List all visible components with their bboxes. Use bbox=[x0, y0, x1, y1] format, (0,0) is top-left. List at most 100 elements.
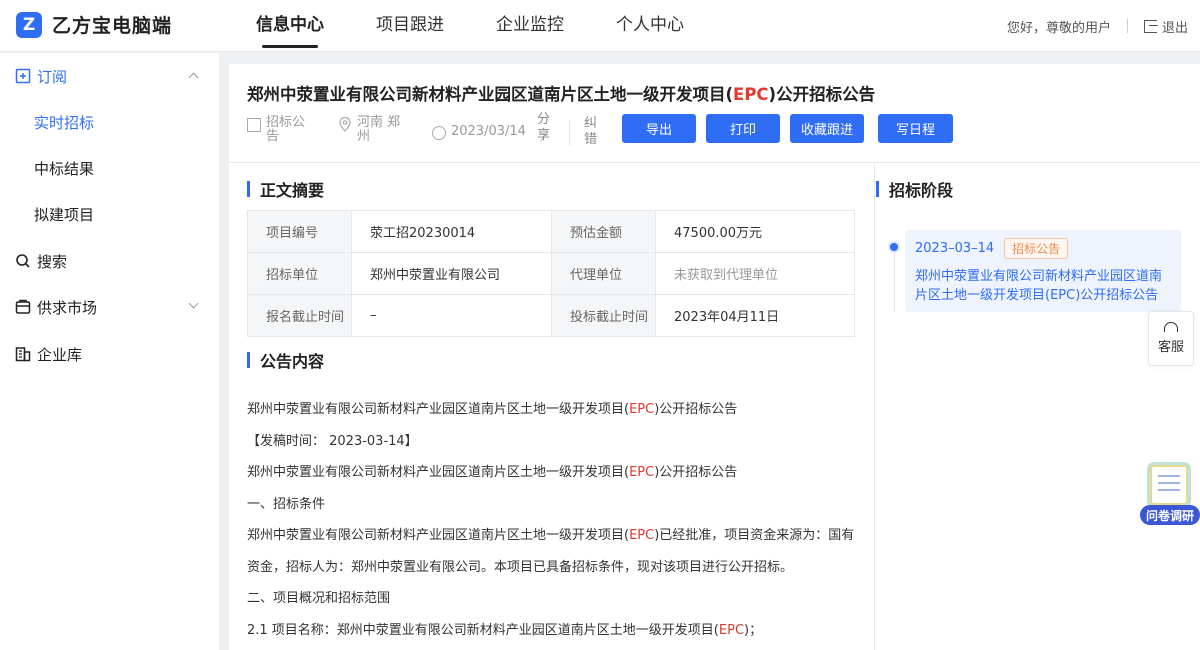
table-row: 项目编号 荥工招20230014 预估金额 47500.00万元 bbox=[247, 210, 855, 253]
table-key: 预估金额 bbox=[551, 210, 656, 253]
market-icon bbox=[15, 299, 31, 314]
sidebar-item-award-results[interactable]: 中标结果 bbox=[0, 145, 219, 191]
sidebar-item-search[interactable]: 搜索 bbox=[0, 238, 219, 284]
sidebar-subscribe-label: 订阅 bbox=[37, 67, 68, 86]
print-button[interactable]: 打印 bbox=[706, 114, 780, 143]
share-l1: 分 bbox=[537, 112, 551, 127]
meta-region-text: 河南 郑州 bbox=[357, 116, 400, 144]
notice-title: 郑州中荥置业有限公司新材料产业园区道南片区土地一级开发项目(EPC)公开招标公告 bbox=[247, 81, 875, 105]
nav-company-monitor[interactable]: 企业监控 bbox=[470, 0, 590, 52]
bidding-unit[interactable]: 郑州中荥置业有限公司 bbox=[351, 252, 552, 295]
nav-project-follow[interactable]: 项目跟进 bbox=[350, 0, 470, 52]
content-epc: EPC bbox=[718, 622, 745, 638]
content-line: 郑州中荥置业有限公司新材料产业园区道南片区土地一级开发项目(EPC)公开招标公告 bbox=[247, 457, 859, 489]
table-row: 报名截止时间 – 投标截止时间 2023年04月11日 bbox=[247, 294, 855, 337]
sidebar-item-market[interactable]: 供求市场 bbox=[0, 284, 219, 330]
meta-type: 招标公告 bbox=[247, 116, 305, 144]
summary-section-title: 正文摘要 bbox=[247, 177, 324, 201]
content-line: 资金，招标人为：郑州中荥置业有限公司。本项目已具备招标条件，现对该项目进行公开招… bbox=[247, 559, 794, 575]
header-divider bbox=[229, 162, 1200, 163]
headset-icon bbox=[1164, 322, 1178, 332]
title-text-1: 郑州中荥置业有限公司新材料产业园区道南片区土地一级开发项目( bbox=[247, 85, 734, 104]
collect-follow-button[interactable]: 收藏跟进 bbox=[790, 114, 864, 143]
content-text: )公开招标公告 bbox=[654, 402, 738, 417]
clock-icon bbox=[432, 126, 446, 140]
meta-type-text: 招标公告 bbox=[266, 116, 305, 144]
content-text: 郑州中荥置业有限公司新材料产业园区道南片区土地一级开发项目( bbox=[247, 528, 630, 543]
stage-tag: 招标公告 bbox=[1004, 238, 1069, 259]
share-button[interactable]: 分享 bbox=[537, 112, 550, 144]
nav-info-center[interactable]: 信息中心 bbox=[230, 0, 350, 52]
timeline-dot bbox=[888, 241, 900, 253]
survey-label: 问卷调研 bbox=[1140, 505, 1200, 525]
content-text: )公开招标公告 bbox=[654, 465, 738, 480]
registration-deadline: – bbox=[351, 294, 552, 337]
company-icon bbox=[15, 347, 31, 362]
share-l2: 享 bbox=[537, 128, 551, 143]
content-line: 郑州中荥置业有限公司新材料产业园区道南片区土地一级开发项目(EPC)公开招标公告 bbox=[247, 394, 859, 426]
stage-card[interactable]: 2023–03–14 招标公告 郑州中荥置业有限公司新材料产业园区道南 片区土地一… bbox=[905, 230, 1181, 312]
table-key: 项目编号 bbox=[247, 210, 352, 253]
sidebar-item-realtime-bidding[interactable]: 实时招标 bbox=[0, 99, 219, 145]
correct-l1: 纠 bbox=[584, 116, 598, 131]
customer-service-label: 客服 bbox=[1157, 340, 1184, 355]
table-key: 投标截止时间 bbox=[551, 294, 656, 337]
stage-text-l2: 片区土地一级开发项目(EPC)公开招标公告 bbox=[915, 288, 1159, 303]
content-line: 一、招标条件 bbox=[247, 496, 326, 512]
meta-date: 2023/03/14 bbox=[432, 124, 526, 140]
content-epc: EPC bbox=[629, 402, 655, 417]
estimated-amount: 47500.00万元 bbox=[655, 210, 855, 253]
chevron-up-icon bbox=[188, 72, 199, 83]
title-epc: EPC bbox=[733, 85, 769, 104]
meta-region: 河南 郑州 bbox=[339, 116, 400, 144]
content-text: )已经批准，项目资金来源为：国有 bbox=[654, 528, 855, 543]
sidebar-item-subscribe[interactable]: 订阅 bbox=[0, 53, 219, 99]
content-section-title: 公告内容 bbox=[247, 348, 324, 372]
export-button[interactable]: 导出 bbox=[622, 114, 696, 143]
chevron-down-icon bbox=[188, 298, 199, 309]
content-line: 2.1 项目名称：郑州中荥置业有限公司新材料产业园区道南片区土地一级开发项目(E… bbox=[247, 615, 859, 647]
logout-label: 退出 bbox=[1161, 20, 1188, 36]
doc-type-icon bbox=[247, 118, 261, 132]
sidebar-search-label: 搜索 bbox=[37, 252, 68, 271]
logout-icon bbox=[1143, 19, 1158, 33]
app-logo[interactable]: Z 乙方宝电脑端 bbox=[16, 11, 172, 38]
content-text: )； bbox=[744, 622, 763, 638]
table-key: 代理单位 bbox=[551, 252, 656, 295]
announcement-content: 郑州中荥置业有限公司新材料产业园区道南片区土地一级开发项目(EPC)公开招标公告… bbox=[247, 394, 859, 646]
sidebar-item-proposed-projects[interactable]: 拟建项目 bbox=[0, 191, 219, 237]
table-row: 招标单位 郑州中荥置业有限公司 代理单位 未获取到代理单位 bbox=[247, 252, 855, 295]
meta-type-l1: 招标公 bbox=[266, 115, 306, 130]
content-line: 【发稿时间： 2023-03-14】 bbox=[247, 433, 418, 449]
sidebar-item-company-library[interactable]: 企业库 bbox=[0, 331, 219, 377]
schedule-button[interactable]: 写日程 bbox=[878, 114, 953, 143]
meta-divider bbox=[569, 120, 570, 146]
logout-button[interactable]: 退出 bbox=[1143, 17, 1188, 36]
table-key: 报名截止时间 bbox=[247, 294, 352, 337]
app-title: 乙方宝电脑端 bbox=[52, 15, 173, 37]
top-header: Z 乙方宝电脑端 信息中心 项目跟进 企业监控 个人中心 您好，尊敬的用户 退出 bbox=[0, 0, 1200, 52]
sidebar-market-label: 供求市场 bbox=[37, 298, 98, 317]
main-panel: 郑州中荥置业有限公司新材料产业园区道南片区土地一级开发项目(EPC)公开招标公告… bbox=[229, 64, 1200, 650]
subscribe-icon bbox=[15, 68, 31, 84]
bid-deadline: 2023年04月11日 bbox=[655, 294, 855, 337]
sidebar-company-label: 企业库 bbox=[37, 345, 83, 364]
correct-l2: 错 bbox=[584, 132, 598, 147]
table-key: 招标单位 bbox=[247, 252, 352, 295]
agency-unit: 未获取到代理单位 bbox=[655, 252, 855, 295]
correct-button[interactable]: 纠错 bbox=[584, 116, 597, 148]
nav-personal-center[interactable]: 个人中心 bbox=[590, 0, 710, 52]
summary-table: 项目编号 荥工招20230014 预估金额 47500.00万元 招标单位 郑州… bbox=[247, 210, 855, 337]
logo-icon: Z bbox=[16, 11, 42, 38]
stage-text-l1: 郑州中荥置业有限公司新材料产业园区道南 bbox=[915, 269, 1163, 284]
user-greeting: 您好，尊敬的用户 bbox=[1006, 20, 1111, 36]
survey-button[interactable]: 问卷调研 bbox=[1140, 463, 1200, 525]
column-divider bbox=[874, 162, 875, 650]
project-number: 荥工招20230014 bbox=[351, 210, 552, 253]
survey-icon bbox=[1150, 465, 1188, 505]
content-line: 二、项目概况和招标范围 bbox=[247, 591, 391, 606]
customer-service-button[interactable]: 客服 bbox=[1148, 311, 1194, 366]
content-text: 2.1 项目名称：郑州中荥置业有限公司新材料产业园区道南片区土地一级开发项目( bbox=[247, 622, 719, 638]
stage-section-title: 招标阶段 bbox=[876, 177, 953, 201]
stage-text[interactable]: 郑州中荥置业有限公司新材料产业园区道南 片区土地一级开发项目(EPC)公开招标公告 bbox=[915, 267, 1171, 305]
